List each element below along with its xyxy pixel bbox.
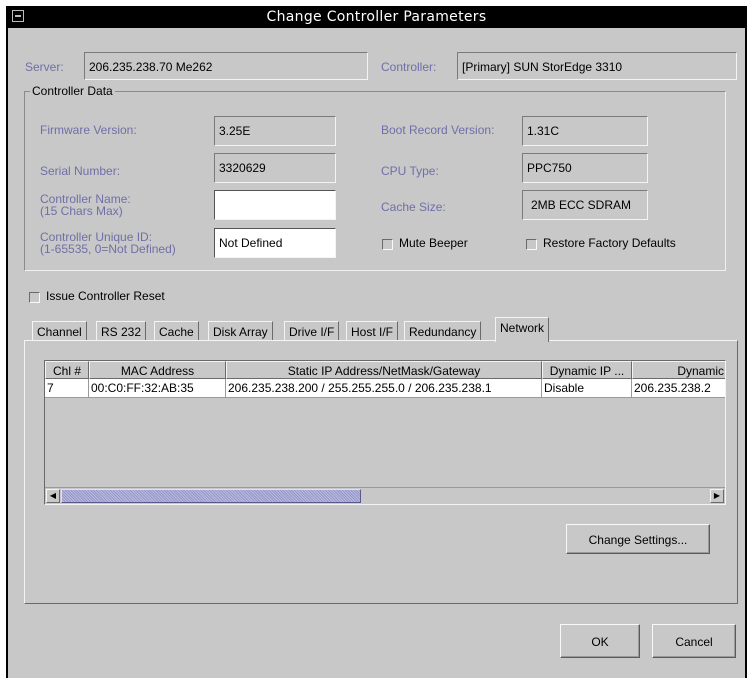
restore-defaults-label: Restore Factory Defaults [543,236,676,250]
horizontal-scrollbar[interactable]: ◀ ▶ [45,487,725,504]
network-table: Chl # MAC Address Static IP Address/NetM… [44,360,726,505]
column-header[interactable]: Chl # [45,361,89,379]
cache-size-label: Cache Size: [381,200,446,214]
window-title: Change Controller Parameters [266,9,487,25]
controller-field: [Primary] SUN StorEdge 3310 [457,52,737,80]
tab-channel[interactable]: Channel [32,321,87,341]
serial-field: 3320629 [214,153,336,183]
arrow-right-icon[interactable]: ▶ [710,489,724,503]
tab-host-if[interactable]: Host I/F [346,321,399,341]
column-header[interactable]: Dynamic [632,361,725,379]
unique-id-input[interactable]: Not Defined [214,228,336,258]
server-field: 206.235.238.70 Me262 [84,52,368,80]
restore-defaults-checkbox[interactable] [526,239,537,250]
cancel-button[interactable]: Cancel [652,624,736,658]
arrow-left-icon[interactable]: ◀ [46,489,60,503]
mute-beeper-checkbox[interactable] [382,239,393,250]
serial-label: Serial Number: [40,164,121,178]
table-cell[interactable]: Disable [542,379,632,398]
boot-record-field: 1.31C [522,116,648,146]
table-cell[interactable]: 00:C0:FF:32:AB:35 [89,379,226,398]
firmware-field: 3.25E [214,116,336,146]
server-label: Server: [25,60,64,74]
column-header[interactable]: MAC Address [89,361,226,379]
firmware-label: Firmware Version: [40,123,137,137]
table-cell[interactable]: 206.235.238.2 [632,379,725,398]
tab-network[interactable]: Network [495,317,550,342]
boot-record-label: Boot Record Version: [381,123,495,137]
controller-data-title: Controller Data [30,84,115,98]
tab-disk-array[interactable]: Disk Array [208,321,273,341]
tab-drive-if[interactable]: Drive I/F [284,321,340,341]
controller-name-input[interactable] [214,190,336,220]
controller-label: Controller: [381,60,437,74]
title-bar: Change Controller Parameters [8,6,745,28]
unique-id-label-2: (1-65535, 0=Not Defined) [40,242,176,256]
change-settings-button[interactable]: Change Settings... [566,524,710,554]
column-header[interactable]: Static IP Address/NetMask/Gateway [226,361,542,379]
scroll-thumb[interactable] [61,489,361,503]
issue-reset-checkbox[interactable] [29,292,40,303]
column-header[interactable]: Dynamic IP ... [542,361,632,379]
tab-cache[interactable]: Cache [154,321,199,341]
controller-name-label-2: (15 Chars Max) [40,204,123,218]
tab-redundancy[interactable]: Redundancy [404,321,482,341]
mute-beeper-label: Mute Beeper [399,236,468,250]
cache-size-field: 2MB ECC SDRAM [522,190,648,220]
cpu-type-field: PPC750 [522,153,648,183]
cpu-type-label: CPU Type: [381,164,439,178]
tab-rs232[interactable]: RS 232 [96,321,147,341]
issue-reset-label: Issue Controller Reset [46,289,165,303]
table-cell[interactable]: 206.235.238.200 / 255.255.255.0 / 206.23… [226,379,542,398]
table-cell[interactable]: 7 [45,379,89,398]
ok-button[interactable]: OK [560,624,640,658]
